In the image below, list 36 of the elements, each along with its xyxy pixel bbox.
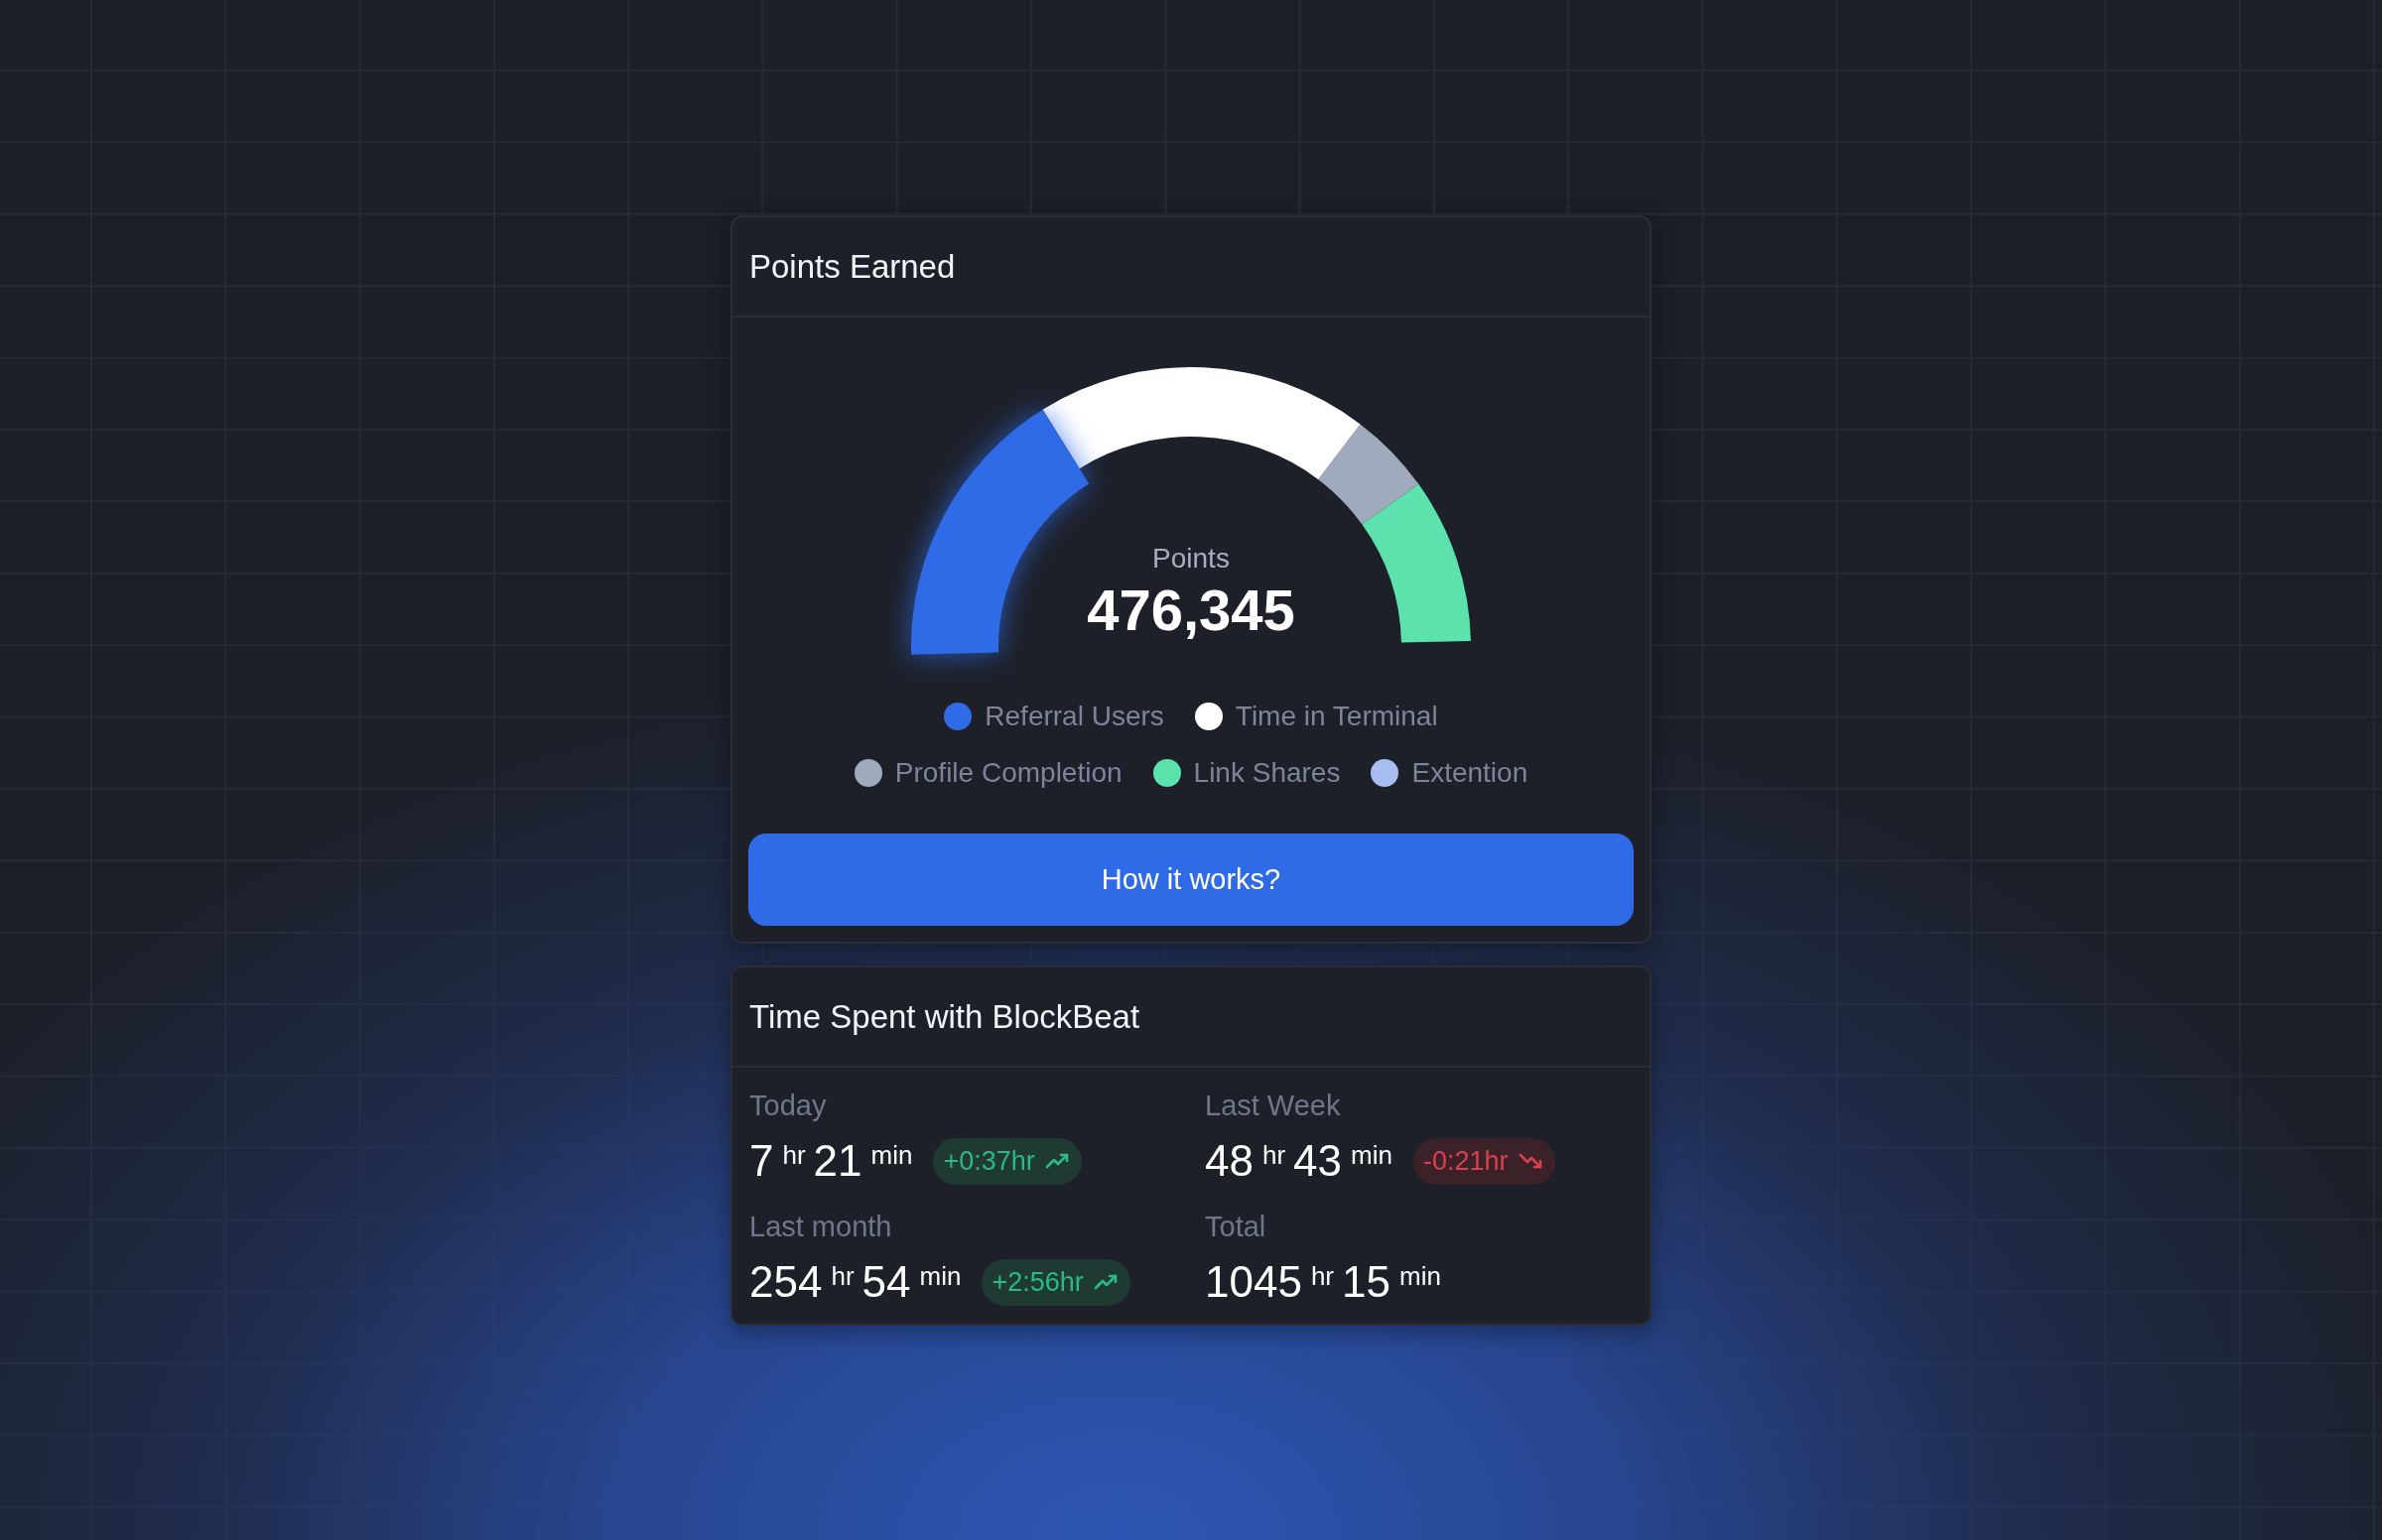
minutes-value: 21	[813, 1135, 862, 1187]
card-title: Time Spent with BlockBeat	[749, 997, 1140, 1036]
change-value: +2:56hr	[992, 1266, 1084, 1298]
trend-up-icon	[1044, 1151, 1069, 1171]
hours-unit: hr	[782, 1140, 806, 1170]
minutes-unit: min	[1398, 1261, 1441, 1291]
minutes-unit: min	[919, 1261, 962, 1291]
how-it-works-button[interactable]: How it works?	[748, 834, 1634, 926]
change-value: +0:37hr	[943, 1145, 1035, 1177]
legend-label: Extention	[1411, 757, 1528, 789]
minutes-unit: min	[870, 1140, 913, 1170]
hours-value: 7	[749, 1135, 774, 1187]
hours-value: 1045	[1205, 1256, 1302, 1308]
hours-unit: hr	[1261, 1140, 1286, 1170]
hours-value: 254	[749, 1256, 823, 1308]
change-value: -0:21hr	[1422, 1145, 1509, 1177]
stat-label: Total	[1205, 1210, 1266, 1244]
stat-label: Today	[749, 1089, 827, 1123]
legend-label: Profile Completion	[894, 757, 1123, 789]
points-value: 476,345	[1087, 579, 1295, 641]
hours-value: 48	[1205, 1135, 1254, 1187]
trend-up-icon	[1093, 1272, 1118, 1292]
legend-label: Referral Users	[985, 701, 1164, 732]
minutes-value: 54	[861, 1256, 911, 1308]
minutes-value: 15	[1342, 1256, 1390, 1308]
minutes-value: 43	[1293, 1135, 1343, 1187]
gauge-label: Points	[1152, 542, 1230, 576]
legend-label: Link Shares	[1193, 757, 1341, 789]
minutes-unit: min	[1351, 1140, 1392, 1170]
trend-down-icon	[1518, 1151, 1542, 1171]
legend-label: Time in Terminal	[1235, 701, 1438, 732]
hours-unit: hr	[1310, 1261, 1334, 1291]
card-title: Points Earned	[749, 247, 956, 286]
stat-label: Last Week	[1205, 1089, 1341, 1123]
stat-label: Last month	[749, 1210, 892, 1244]
hours-unit: hr	[831, 1261, 855, 1291]
